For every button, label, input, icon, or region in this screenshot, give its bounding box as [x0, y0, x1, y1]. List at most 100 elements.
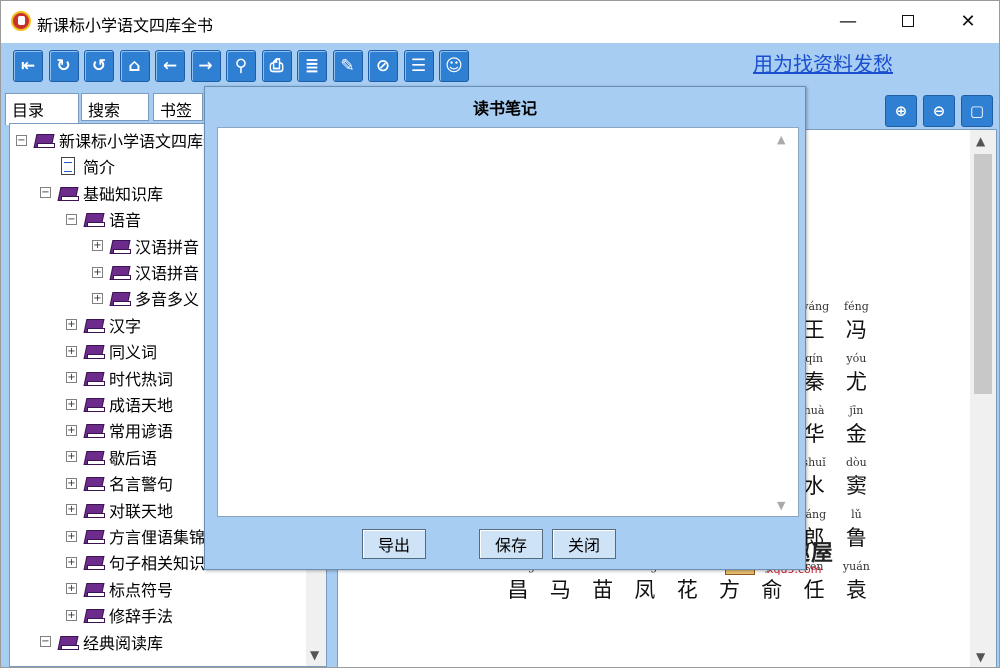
scroll-up-icon[interactable]: ▲	[777, 133, 785, 146]
tree-node[interactable]: − 经典阅读库	[40, 630, 163, 654]
expand-icon[interactable]: +	[66, 451, 77, 463]
tree-node[interactable]: − 语音	[66, 207, 141, 231]
zoom-in-icon: ⊕	[894, 102, 908, 120]
tree-node[interactable]: + 对联天地	[66, 498, 173, 522]
tree-node-label: 成语天地	[109, 396, 174, 415]
tree-node[interactable]: + 汉语拼音	[92, 234, 199, 258]
hanzi-text: 凤	[634, 578, 656, 602]
hanzi-text: 马	[549, 578, 571, 602]
ad-link[interactable]: 用为找资料发愁	[753, 48, 893, 77]
tree-node[interactable]: + 句子相关知识	[66, 550, 205, 574]
maximize-button[interactable]	[885, 1, 931, 41]
print-button[interactable]: ⎙	[261, 50, 292, 82]
notes-button[interactable]: ≣	[297, 50, 327, 82]
smiley-button[interactable]: ☺	[439, 50, 469, 82]
tree-node[interactable]: − 新课标小学语文四库全书	[16, 128, 235, 152]
zoom-in-button[interactable]: ⊕	[885, 95, 917, 127]
tree-node[interactable]: + 名言警句	[66, 471, 173, 495]
close-button[interactable]: 关闭	[552, 529, 616, 559]
collapse-icon[interactable]: −	[40, 636, 51, 648]
expand-icon[interactable]: +	[66, 504, 77, 516]
undo-icon: ↺	[91, 56, 107, 76]
content-scroll-thumb[interactable]	[974, 154, 992, 394]
home-icon: ⌂	[128, 56, 141, 76]
fullscreen-icon: ▢	[969, 102, 985, 120]
collapse-icon[interactable]: −	[16, 134, 27, 146]
tree-node[interactable]: + 同义词	[66, 339, 157, 363]
expand-icon[interactable]: +	[66, 530, 77, 542]
refresh-button[interactable]: ↻	[48, 50, 79, 82]
minimize-button[interactable]: —	[825, 1, 871, 41]
tab-bookmarks[interactable]: 书签	[153, 93, 203, 121]
undo-button[interactable]: ↺	[84, 50, 114, 82]
book-icon	[83, 581, 105, 597]
pinyin-cell: féng 冯	[834, 300, 878, 344]
scroll-down-icon[interactable]: ▼	[976, 650, 985, 664]
home-button[interactable]: ⌂	[119, 50, 150, 82]
book-icon	[83, 554, 105, 571]
pinyin-cell: jīn 金	[834, 404, 878, 448]
tab-search[interactable]: 搜索	[81, 93, 149, 121]
hanzi-text: 冯	[845, 318, 867, 342]
book-icon	[83, 370, 105, 386]
close-window-button[interactable]: ✕	[945, 1, 991, 41]
tree-node[interactable]: + 方言俚语集锦	[66, 524, 205, 548]
tree-node-label: 同义词	[109, 343, 158, 363]
exit-button[interactable]: ⇤	[13, 50, 43, 82]
scroll-down-icon[interactable]: ▼	[777, 499, 785, 512]
expand-icon[interactable]: +	[66, 424, 77, 436]
notes-textarea[interactable]	[217, 127, 799, 517]
scroll-up-icon[interactable]: ▲	[976, 134, 985, 148]
tree-node-label: 名言警句	[109, 475, 174, 495]
expand-icon[interactable]: +	[66, 583, 77, 595]
refresh-icon: ↻	[56, 56, 71, 76]
expand-icon[interactable]: +	[66, 477, 77, 489]
forward-arrow-button[interactable]: →	[190, 50, 221, 82]
tree-node-label: 常用谚语	[109, 422, 174, 442]
expand-icon[interactable]: +	[66, 372, 77, 384]
expand-icon[interactable]: +	[92, 266, 103, 278]
tree-node[interactable]: + 多音多义	[92, 286, 199, 310]
tree-node[interactable]: + 修辞手法	[66, 603, 173, 627]
window-title: 新课标小学语文四库全书	[37, 16, 214, 35]
tree-node[interactable]: + 时代热词	[66, 366, 173, 390]
expand-icon[interactable]: +	[92, 240, 103, 252]
expand-icon[interactable]: +	[92, 292, 103, 304]
back-arrow-button[interactable]: ←	[155, 50, 185, 82]
toolbar: 用为找资料发愁 ⇤ ↻ ↺ ⌂ ← → ⚲ ⎙ ≣ ✎ ⊘ ☰ ☺	[1, 43, 999, 89]
search-button[interactable]: ⚲	[226, 50, 256, 82]
expand-icon[interactable]: +	[66, 556, 77, 568]
scroll-down-icon[interactable]: ▼	[310, 648, 319, 662]
tree-node[interactable]: − 基础知识库	[40, 181, 163, 205]
forward-arrow-icon: →	[198, 56, 213, 76]
book-icon	[83, 449, 105, 465]
edit-button[interactable]: ✎	[332, 50, 363, 82]
expand-icon[interactable]: +	[66, 609, 77, 621]
book-icon	[83, 528, 105, 544]
save-button[interactable]: 保存	[479, 529, 543, 559]
tree-node[interactable]: + 汉字	[66, 313, 141, 337]
expand-icon[interactable]: +	[66, 319, 77, 331]
link-button[interactable]: ⊘	[368, 50, 398, 82]
book-icon	[109, 238, 131, 254]
collapse-icon[interactable]: −	[66, 213, 77, 225]
expand-icon[interactable]: +	[66, 345, 77, 357]
tree-node[interactable]: 简介	[40, 154, 115, 178]
tree-node[interactable]: + 汉语拼音	[92, 260, 199, 284]
zoom-out-icon: ⊖	[932, 102, 946, 120]
tree-node[interactable]: + 歇后语	[66, 445, 157, 469]
book-icon	[83, 607, 105, 624]
expand-icon[interactable]: +	[66, 398, 77, 410]
pinyin-text: yóu	[846, 352, 867, 365]
bookmark-list-button[interactable]: ☰	[403, 50, 434, 82]
tree-node[interactable]: + 常用谚语	[66, 418, 173, 442]
tree-node[interactable]: + 成语天地	[66, 392, 173, 416]
fullscreen-button[interactable]: ▢	[961, 95, 993, 127]
dialog-title: 读书笔记	[472, 99, 537, 118]
tree-node[interactable]: + 标点符号	[66, 577, 173, 601]
zoom-out-button[interactable]: ⊖	[923, 95, 955, 127]
export-button[interactable]: 导出	[362, 529, 426, 559]
collapse-icon[interactable]: −	[40, 187, 51, 199]
hanzi-text: 苗	[592, 578, 614, 602]
tab-contents[interactable]: 目录	[5, 93, 79, 125]
